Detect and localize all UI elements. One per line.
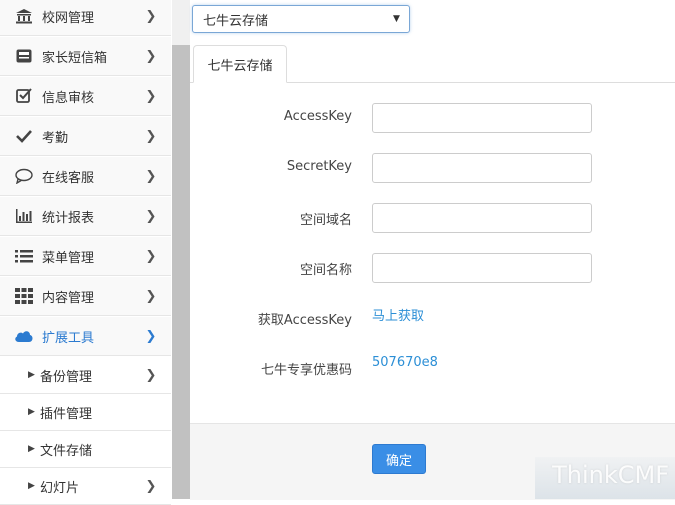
domain-row: 空间域名 xyxy=(190,203,675,233)
sidebar-subitem-plugins[interactable]: ▶ 插件管理 xyxy=(0,394,171,431)
storage-type-select[interactable]: 七牛云存储 ▼ xyxy=(192,5,410,33)
sidebar-subitem-backup[interactable]: ▶ 备份管理 ❯ xyxy=(0,357,171,394)
bar-chart-icon xyxy=(14,208,34,224)
chevron-right-icon: ❯ xyxy=(145,8,157,24)
tab-qiniu-storage[interactable]: 七牛云存储 xyxy=(193,45,287,83)
secret-key-row: SecretKey xyxy=(190,153,675,183)
sidebar-subitem-file-storage[interactable]: ▶ 文件存储 xyxy=(0,431,171,468)
storage-type-value: 七牛云存储 xyxy=(203,13,269,29)
sidebar-item-menu-manage[interactable]: 菜单管理 ❯ xyxy=(0,237,171,276)
watermark-logo: ThinkCMF xyxy=(552,461,669,489)
caret-right-icon: ▶ xyxy=(28,481,35,491)
access-key-row: AccessKey xyxy=(190,103,675,133)
chevron-right-icon: ❯ xyxy=(145,328,157,344)
bank-icon xyxy=(14,8,34,24)
checkbox-icon xyxy=(14,88,34,104)
chevron-right-icon: ❯ xyxy=(145,88,157,104)
sidebar-subitem-label: 插件管理 xyxy=(40,406,93,422)
confirm-button[interactable]: 确定 xyxy=(372,444,426,474)
sidebar-item-label: 考勤 xyxy=(42,130,69,146)
tab-label: 七牛云存储 xyxy=(207,58,273,74)
inbox-icon xyxy=(14,48,34,64)
main-content: 七牛云存储 ▼ 七牛云存储 AccessKey SecretKey 空间域名 空… xyxy=(190,0,675,500)
promo-code-link[interactable]: 507670e8 xyxy=(372,355,438,370)
sidebar-scrollbar[interactable] xyxy=(172,0,190,499)
promo-label: 七牛专享优惠码 xyxy=(260,363,352,378)
bucket-label: 空间名称 xyxy=(299,263,352,278)
chevron-right-icon: ❯ xyxy=(145,288,157,304)
sidebar-subitem-label: 备份管理 xyxy=(40,369,93,385)
sidebar-item-label: 校网管理 xyxy=(42,10,95,26)
sidebar-item-extensions[interactable]: 扩展工具 ❯ xyxy=(0,317,171,356)
get-key-link[interactable]: 马上获取 xyxy=(372,305,424,324)
chevron-right-icon: ❯ xyxy=(145,48,157,64)
list-icon xyxy=(14,248,34,264)
domain-input[interactable] xyxy=(372,203,592,233)
caret-right-icon: ▶ xyxy=(28,370,35,380)
sidebar-item-label: 在线客服 xyxy=(42,170,95,186)
sidebar-item-info-review[interactable]: 信息审核 ❯ xyxy=(0,77,171,116)
sidebar-subitem-label: 文件存储 xyxy=(40,443,93,459)
sidebar-item-label: 内容管理 xyxy=(42,290,95,306)
domain-label: 空间域名 xyxy=(299,213,352,228)
sidebar-item-label: 统计报表 xyxy=(42,210,95,226)
sidebar-item-attendance[interactable]: 考勤 ❯ xyxy=(0,117,171,156)
chevron-right-icon: ❯ xyxy=(145,208,157,224)
chevron-right-icon: ❯ xyxy=(145,248,157,264)
get-key-row: 获取AccessKey 马上获取 xyxy=(190,303,675,333)
bucket-input[interactable] xyxy=(372,253,592,283)
access-key-label: AccessKey xyxy=(283,109,352,124)
chat-bubble-icon xyxy=(14,168,34,184)
sidebar-item-label: 家长短信箱 xyxy=(42,50,108,66)
sidebar: 校网管理 ❯ 家长短信箱 ❯ 信息审核 ❯ 考勤 ❯ 在线客服 ❯ 统计报表 ❯ xyxy=(0,0,173,505)
cloud-icon xyxy=(14,328,34,344)
bucket-row: 空间名称 xyxy=(190,253,675,283)
get-key-label: 获取AccessKey xyxy=(257,313,352,328)
sidebar-item-label: 菜单管理 xyxy=(42,250,95,266)
sidebar-item-online-service[interactable]: 在线客服 ❯ xyxy=(0,157,171,196)
sidebar-item-label: 信息审核 xyxy=(42,90,95,106)
chevron-right-icon: ❯ xyxy=(145,168,157,184)
chevron-right-icon: ❯ xyxy=(145,128,157,144)
grid-icon xyxy=(14,288,34,304)
chevron-right-icon: ❯ xyxy=(145,478,157,494)
chevron-right-icon: ❯ xyxy=(145,367,157,383)
caret-right-icon: ▶ xyxy=(28,407,35,417)
sidebar-item-school-network[interactable]: 校网管理 ❯ xyxy=(0,0,171,36)
sidebar-subitem-slides[interactable]: ▶ 幻灯片 ❯ xyxy=(0,468,171,505)
promo-row: 七牛专享优惠码 507670e8 xyxy=(190,353,675,383)
checkmark-icon xyxy=(14,128,34,144)
sidebar-item-label: 扩展工具 xyxy=(42,330,95,346)
dropdown-arrow-icon: ▼ xyxy=(393,14,400,24)
secret-key-input[interactable] xyxy=(372,153,592,183)
caret-right-icon: ▶ xyxy=(28,444,35,454)
access-key-input[interactable] xyxy=(372,103,592,133)
sidebar-item-parent-sms[interactable]: 家长短信箱 ❯ xyxy=(0,37,171,76)
sidebar-item-content-manage[interactable]: 内容管理 ❯ xyxy=(0,277,171,316)
sidebar-subitem-label: 幻灯片 xyxy=(40,480,80,496)
secret-key-label: SecretKey xyxy=(286,159,352,174)
scrollbar-thumb[interactable] xyxy=(172,45,190,499)
sidebar-item-reports[interactable]: 统计报表 ❯ xyxy=(0,197,171,236)
